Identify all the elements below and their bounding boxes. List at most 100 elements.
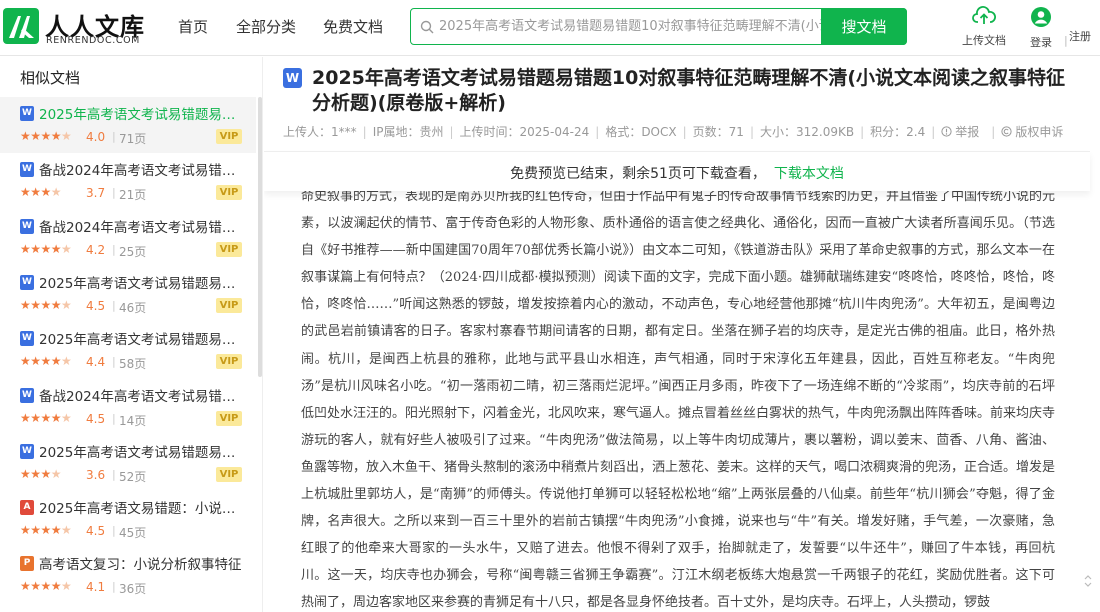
- vip-badge: VIP: [216, 354, 242, 370]
- similar-doc-title: 2025年高考语文考试易错题易错...: [39, 332, 244, 349]
- copyright-icon: [1001, 126, 1012, 137]
- similar-doc-item[interactable]: W 备战2024年高考语文考试易错题1... ★★★★ 3.7 | 21页 VIP: [0, 153, 256, 209]
- register-link[interactable]: 注册: [1069, 26, 1091, 44]
- vip-badge: VIP: [216, 241, 242, 257]
- page-count: 45页: [119, 526, 147, 541]
- rating-stars: ★★★★★: [20, 523, 72, 537]
- ppt-doc-icon: P: [20, 556, 34, 572]
- similar-doc-title: 2025年高考语文考试易错题易错...: [39, 107, 244, 123]
- similar-doc-title: 备战2024年高考语文考试易错题1...: [39, 388, 244, 405]
- meta-divider: |: [112, 298, 116, 312]
- vip-badge: VIP: [216, 185, 242, 201]
- similar-doc-meta: ★★★★★ 4.5 | 45页: [20, 523, 250, 541]
- page-count: 58页: [119, 357, 147, 372]
- word-doc-icon: W: [20, 106, 34, 121]
- meta-size: 大小：312.09KB: [759, 125, 855, 139]
- page-count: 14页: [119, 413, 147, 428]
- similar-doc-title: 备战2024年高考语文考试易错题1...: [39, 219, 244, 236]
- rating-stars: ★★★★★: [20, 129, 72, 143]
- meta-divider: |: [112, 242, 116, 256]
- half-star: ★: [50, 466, 62, 481]
- similar-doc-title: 备战2024年高考语文考试易错题1...: [39, 163, 244, 180]
- document-title: 2025年高考语文考试易错题易错题10对叙事特征范畴理解不清(小说文本阅读之叙事…: [312, 67, 1066, 114]
- similar-doc-title: 2025年高考语文易错题：小说文...: [39, 501, 244, 518]
- rating-value: 4.5: [86, 411, 106, 426]
- nav-home[interactable]: 首页: [178, 16, 208, 37]
- sidebar-scrollbar[interactable]: [258, 97, 262, 377]
- rating-value: 3.7: [86, 186, 106, 201]
- upload-label: 上传文档: [962, 34, 1006, 47]
- logo-mark-icon: [3, 8, 39, 44]
- similar-doc-title: 高考语文复习：小说分析叙事特征: [39, 557, 242, 574]
- search-input[interactable]: [439, 15, 824, 38]
- document-meta: 上传人：1*** | IP属地：贵州 | 上传时间：2025-04-24 | 格式：DOCX…: [283, 123, 1075, 139]
- page-count: 36页: [119, 582, 147, 597]
- meta-divider: |: [112, 411, 116, 425]
- similar-doc-item[interactable]: A 2025年高考语文易错题：小说文... ★★★★★ 4.5 | 45页: [0, 491, 256, 547]
- full-stars: ★★★: [20, 466, 51, 481]
- meta-upload-time: 上传时间：2025-04-24: [459, 125, 590, 139]
- vip-badge: VIP: [216, 129, 242, 144]
- similar-doc-title: 2025年高考语文考试易错题易错...: [39, 275, 244, 292]
- half-star: ★: [61, 241, 72, 256]
- page-count: 25页: [119, 244, 147, 259]
- report-icon: [941, 126, 952, 137]
- half-star: ★: [61, 129, 72, 143]
- vip-badge: VIP: [216, 466, 242, 482]
- similar-doc-meta: ★★★★★ 4.5 | 14页 VIP: [20, 410, 250, 428]
- meta-divider: |: [112, 467, 116, 481]
- rating-stars: ★★★★★: [20, 410, 72, 425]
- similar-doc-meta: ★★★★★ 4.2 | 25页 VIP: [20, 241, 250, 259]
- similar-doc-meta: ★★★★ 3.7 | 21页 VIP: [20, 185, 250, 202]
- half-star: ★: [61, 579, 72, 594]
- report-link[interactable]: 举报: [941, 125, 985, 139]
- search-icon: [420, 19, 434, 38]
- similar-doc-meta: ★★★★★ 4.0 | 71页 VIP: [20, 129, 250, 146]
- similar-doc-title: 2025年高考语文考试易错题易错...: [39, 444, 244, 461]
- similar-doc-item[interactable]: W 备战2024年高考语文考试易错题1... ★★★★★ 4.5 | 14页 VIP: [0, 379, 256, 435]
- similar-doc-meta: ★★★★ 3.6 | 52页 VIP: [20, 466, 250, 484]
- register-label: 注册: [1069, 30, 1091, 43]
- half-star: ★: [61, 297, 72, 312]
- word-doc-icon: W: [20, 218, 34, 234]
- search-button[interactable]: 搜文档: [821, 7, 907, 45]
- document-body-text: 命史叙事的方式，表现的是南苏贝所我的红色传奇，但由于作品中有鬼子的传奇故事情节线…: [301, 189, 1056, 611]
- similar-doc-item[interactable]: P 高考语文复习：小说分析叙事特征 ★★★★★ 4.1 | 36页: [0, 547, 256, 603]
- site-logo[interactable]: 人人文库 RENRENDOC.COM: [3, 7, 153, 49]
- word-doc-icon: W: [20, 387, 34, 403]
- full-stars: ★★★★: [20, 410, 62, 425]
- nav-all-categories[interactable]: 全部分类: [236, 16, 296, 37]
- similar-doc-meta: ★★★★★ 4.1 | 36页: [20, 579, 250, 597]
- rating-value: 4.5: [86, 524, 106, 539]
- similar-doc-item[interactable]: W 2025年高考语文考试易错题易错... ★★★★★ 4.5 | 46页 VIP: [0, 266, 256, 322]
- full-stars: ★★★★: [20, 297, 62, 312]
- meta-divider: |: [112, 580, 116, 594]
- rating-stars: ★★★★★: [20, 579, 72, 594]
- user-avatar-icon: [1031, 7, 1051, 27]
- header-separator: |: [1064, 34, 1068, 47]
- similar-doc-meta: ★★★★★ 4.5 | 46页 VIP: [20, 297, 250, 315]
- page-count: 46页: [119, 300, 147, 315]
- nav-free-docs[interactable]: 免费文档: [323, 16, 383, 37]
- similar-doc-item[interactable]: W 2025年高考语文考试易错题易错... ★★★★ 3.6 | 52页 VIP: [0, 435, 256, 491]
- page-scroll-arrow[interactable]: [1084, 573, 1092, 589]
- login-button[interactable]: 登录: [1030, 6, 1052, 50]
- similar-doc-item[interactable]: W 备战2024年高考语文考试易错题1... ★★★★★ 4.2 | 25页 VIP: [0, 210, 256, 266]
- rating-value: 3.6: [86, 467, 106, 482]
- rating-stars: ★★★★: [20, 185, 62, 200]
- preview-ended-banner: 免费预览已结束，剩余51页可下载查看， 下载本文档: [264, 151, 1090, 191]
- word-doc-icon: W: [20, 162, 34, 178]
- half-star: ★: [61, 410, 72, 425]
- download-doc-link[interactable]: 下载本文档: [774, 163, 844, 183]
- upload-doc-button[interactable]: 上传文档: [962, 6, 1006, 48]
- rating-stars: ★★★★★: [20, 241, 72, 256]
- half-star: ★: [50, 185, 62, 200]
- logo-domain: RENRENDOC.COM: [46, 35, 140, 46]
- meta-points: 积分：2.4: [870, 125, 926, 139]
- copyright-link[interactable]: 版权申诉: [1001, 125, 1069, 139]
- similar-doc-item[interactable]: W 2025年高考语文考试易错题易错... ★★★★★ 4.0 | 71页 VIP: [0, 97, 256, 153]
- word-doc-icon: W: [283, 68, 302, 88]
- full-stars: ★★★★: [20, 129, 62, 143]
- similar-doc-item[interactable]: W 2025年高考语文考试易错题易错... ★★★★★ 4.4 | 58页 VIP: [0, 322, 256, 378]
- meta-divider: |: [112, 186, 116, 200]
